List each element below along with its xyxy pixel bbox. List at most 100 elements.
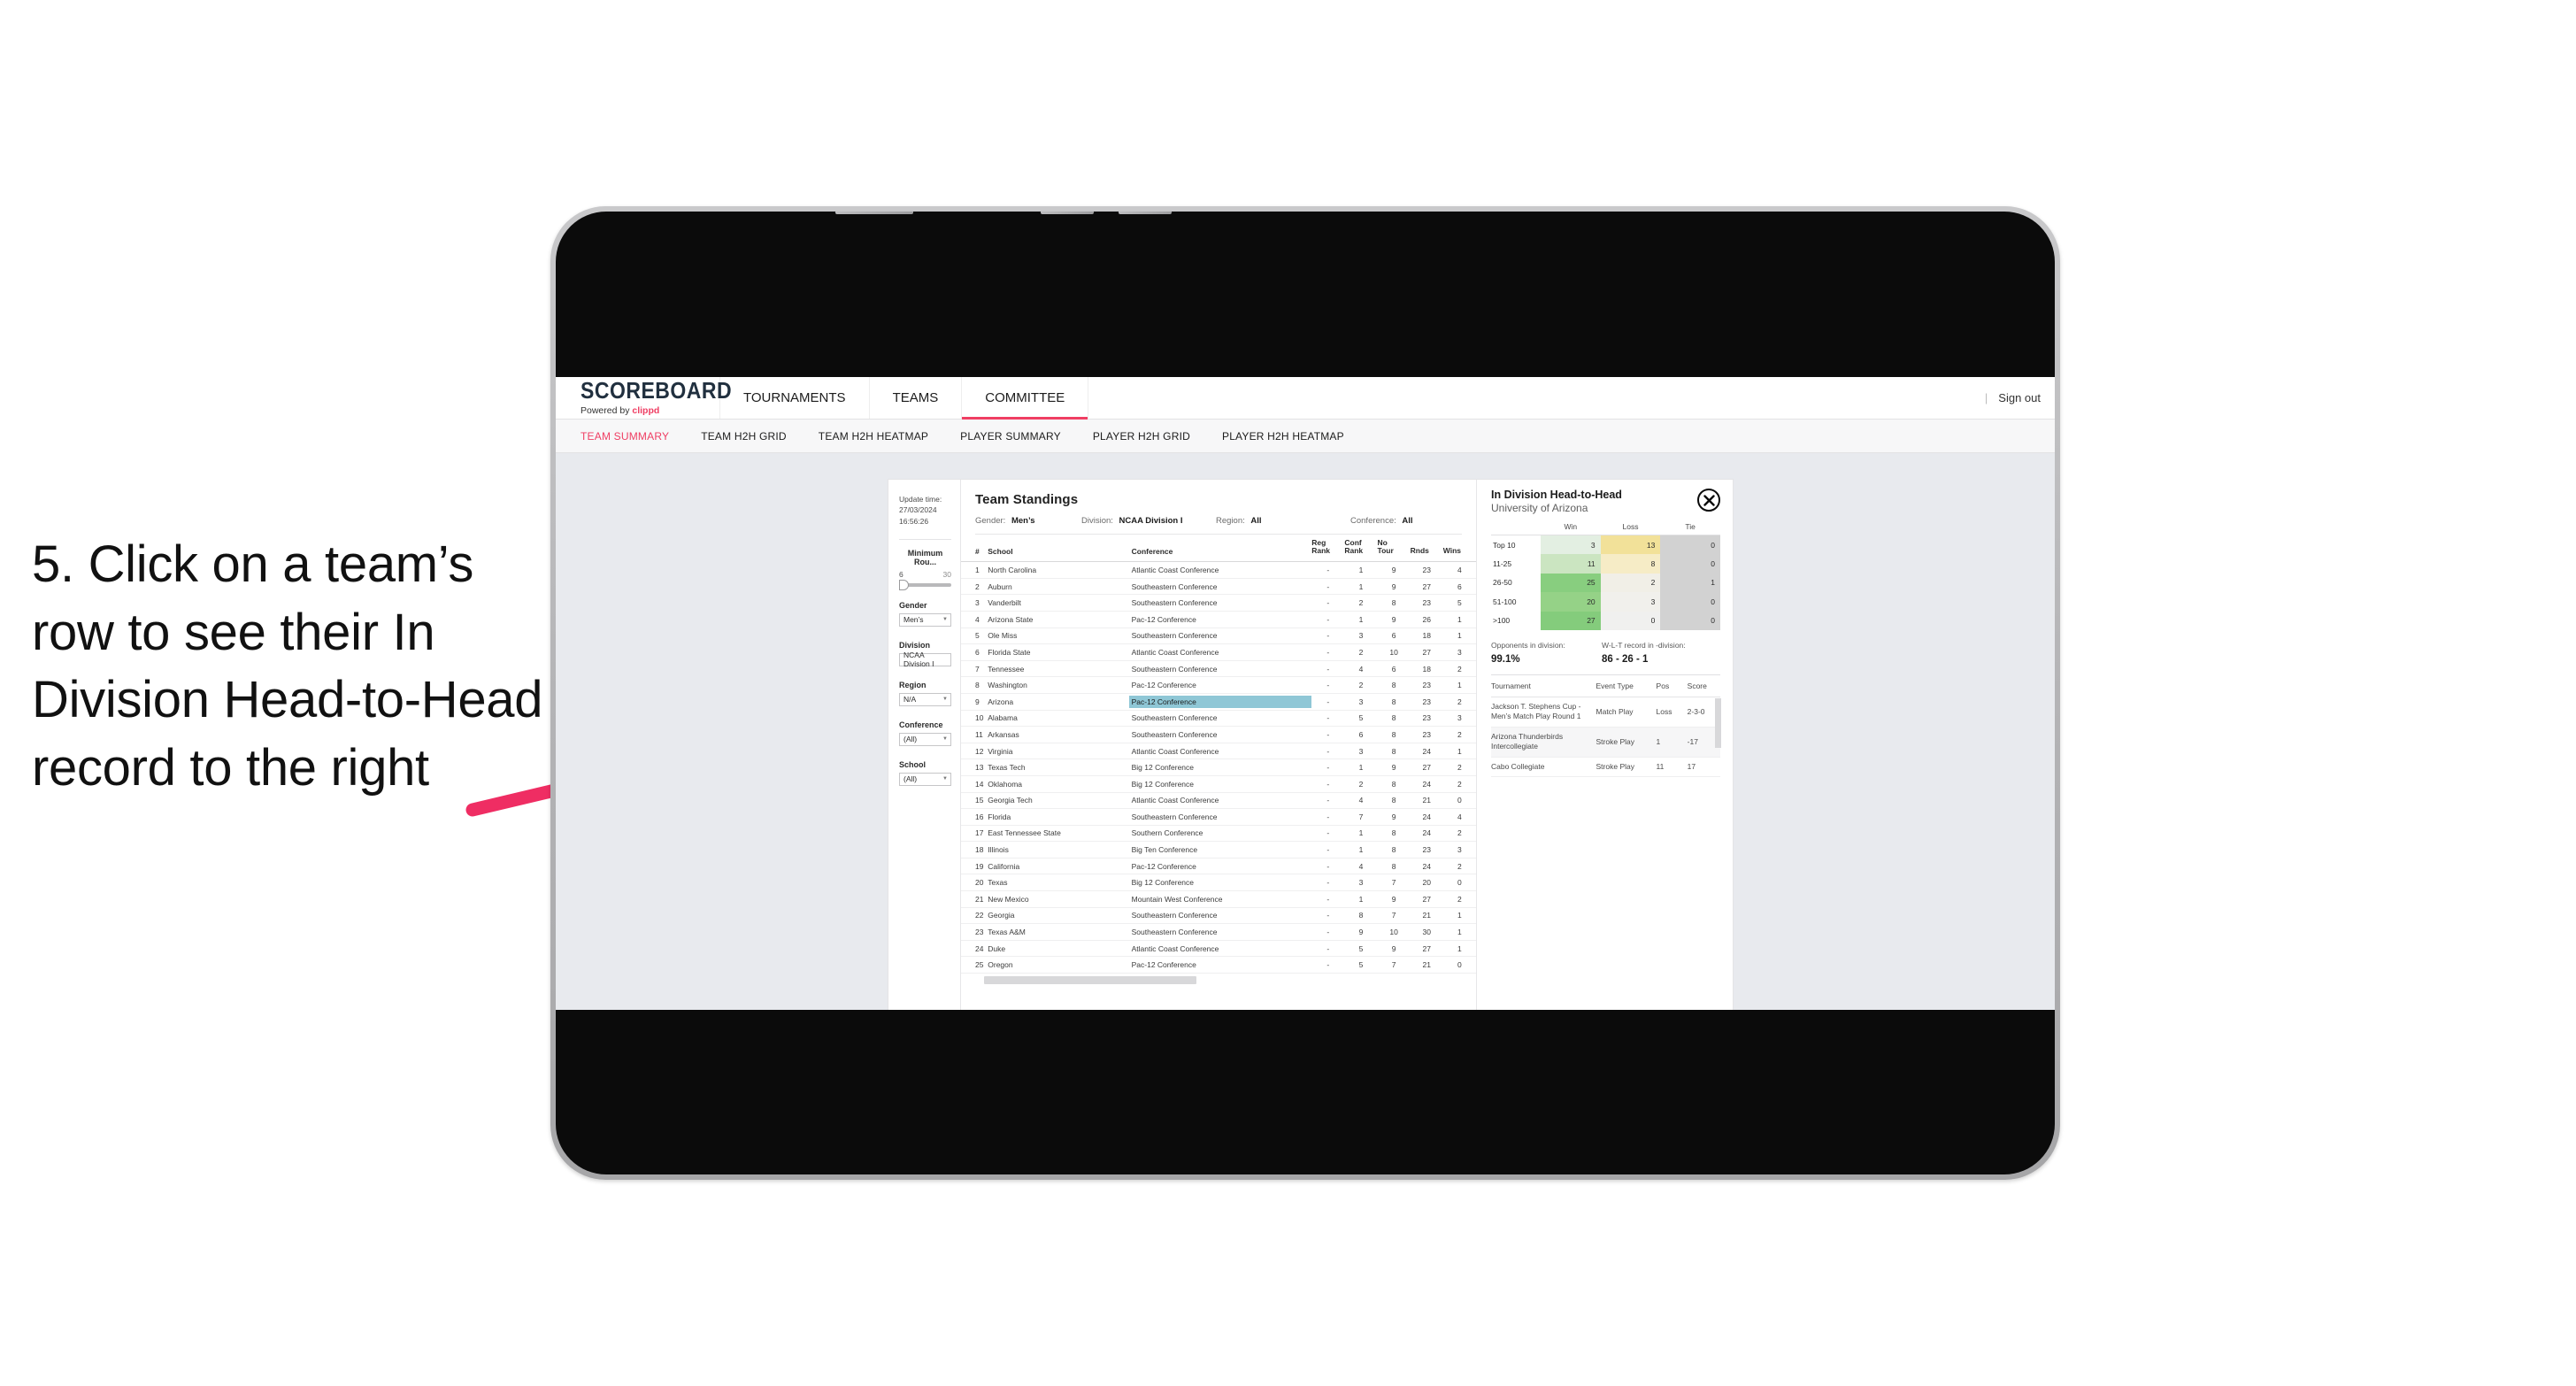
stat-wlt-record: W-L-T record in -division: 86 - 26 - 1 <box>1602 641 1686 665</box>
table-row[interactable]: 15 Georgia Tech Atlantic Coast Conference -… <box>961 792 1476 810</box>
table-row[interactable]: 17 East Tennessee State Southern Conferenc… <box>961 825 1476 843</box>
dashboard-body: Update time: 27/03/2024 16:56:26 Minimum… <box>888 480 1733 1010</box>
sign-out-link[interactable]: Sign out <box>1998 391 2041 404</box>
conference-select[interactable]: (All) ▼ <box>899 732 951 746</box>
school-select[interactable]: (All) ▼ <box>899 772 951 786</box>
h2h-subtitle: University of Arizona <box>1491 502 1588 514</box>
row-school: Virginia <box>988 743 1132 760</box>
table-row[interactable]: 13 Texas Tech Big 12 Conference -1 9 27 2 <box>961 758 1476 776</box>
nav-item-committee[interactable]: COMMITTEE <box>962 377 1089 420</box>
tournament-row[interactable]: Cabo Collegiate Stroke Play 11 17 <box>1491 757 1720 778</box>
tournaments-section: Tournament Event Type Pos Score Jackson … <box>1491 674 1721 778</box>
h2h-row: 26-50 25 2 1 <box>1491 573 1720 592</box>
col-no-tour[interactable]: No Tour <box>1377 535 1411 562</box>
row-conference: Pac-12 Conference <box>1131 858 1312 875</box>
standings-header-row: # School Conference Reg Rank Conf Rank N… <box>961 535 1476 562</box>
nav-item-teams[interactable]: TEAMS <box>870 377 963 419</box>
col-rank[interactable]: # <box>961 535 988 562</box>
row-reg-rank: - <box>1311 561 1345 579</box>
region-value: N/A <box>904 695 917 705</box>
col-school[interactable]: School <box>988 535 1132 562</box>
tournaments-vertical-scrollbar[interactable] <box>1715 698 1721 748</box>
col-rnds[interactable]: Rnds <box>1410 535 1443 562</box>
table-row[interactable]: 25 Oregon Pac-12 Conference -5 7 21 0 <box>961 956 1476 974</box>
tab-player-h2h-heatmap[interactable]: PLAYER H2H HEATMAP <box>1222 430 1344 443</box>
tab-team-h2h-heatmap[interactable]: TEAM H2H HEATMAP <box>819 430 928 443</box>
close-icon[interactable] <box>1697 489 1720 512</box>
col-score: Score <box>1687 675 1720 697</box>
power-button[interactable] <box>835 212 913 214</box>
nav-item-tournaments[interactable]: TOURNAMENTS <box>720 377 870 419</box>
row-rnds: 20 <box>1410 874 1443 892</box>
table-row[interactable]: 24 Duke Atlantic Coast Conference -5 9 27 1 <box>961 940 1476 958</box>
row-school: Georgia <box>988 907 1132 925</box>
app-viewport: SCOREBOARD Powered by clippd TOURNAMENTS… <box>556 377 2055 1010</box>
row-rnds: 27 <box>1410 758 1443 776</box>
col-reg-rank[interactable]: Reg Rank <box>1311 535 1345 562</box>
row-no-tour: 9 <box>1377 578 1411 596</box>
table-row[interactable]: 6 Florida State Atlantic Coast Conference -… <box>961 643 1476 661</box>
h2h-cell-win: 11 <box>1541 554 1601 574</box>
row-reg-rank: - <box>1311 643 1345 661</box>
table-row[interactable]: 9 Arizona Pac-12 Conference -3 8 23 2 <box>961 693 1476 711</box>
row-school: East Tennessee State <box>988 825 1132 843</box>
table-row[interactable]: 19 California Pac-12 Conference -4 8 24 2 <box>961 858 1476 875</box>
row-rnds: 27 <box>1410 578 1443 596</box>
row-no-tour: 8 <box>1377 792 1411 810</box>
slider-handle[interactable] <box>899 579 909 590</box>
tab-team-h2h-grid[interactable]: TEAM H2H GRID <box>701 430 787 443</box>
col-conference[interactable]: Conference <box>1131 535 1312 562</box>
tournament-row[interactable]: Jackson T. Stephens Cup - Men’s Match Pl… <box>1491 697 1720 728</box>
col-wins[interactable]: Wins <box>1442 535 1476 562</box>
row-rnds: 26 <box>1410 611 1443 628</box>
standings-rows-scroll[interactable]: 1 North Carolina Atlantic Coast Conference… <box>961 561 1476 1010</box>
tournament-pos: 11 <box>1656 757 1688 778</box>
row-rnds: 30 <box>1410 923 1443 941</box>
tournament-event-type: Stroke Play <box>1596 757 1657 778</box>
table-row[interactable]: 12 Virginia Atlantic Coast Conference -3 8 24… <box>961 743 1476 760</box>
col-conf-rank[interactable]: Conf Rank <box>1344 535 1378 562</box>
table-row[interactable]: 4 Arizona State Pac-12 Conference -1 9 26 1 <box>961 611 1476 628</box>
tab-team-summary[interactable]: TEAM SUMMARY <box>581 430 669 443</box>
table-row[interactable]: 1 North Carolina Atlantic Coast Conference… <box>961 561 1476 579</box>
volume-down-button[interactable] <box>1119 212 1172 214</box>
row-reg-rank: - <box>1311 841 1345 859</box>
division-select[interactable]: NCAA Division I <box>899 651 951 668</box>
table-row[interactable]: 14 Oklahoma Big 12 Conference -2 8 24 2 <box>961 775 1476 793</box>
table-row[interactable]: 11 Arkansas Southeastern Conference -6 8 23 2 <box>961 726 1476 743</box>
tournament-row[interactable]: Arizona Thunderbirds Intercollegiate Stro… <box>1491 727 1720 758</box>
h2h-row: 11-25 11 8 0 <box>1491 554 1720 574</box>
h2h-band-label: 51-100 <box>1491 592 1541 612</box>
minimum-rounds-slider[interactable] <box>899 579 951 590</box>
row-rank: 8 <box>961 676 988 694</box>
brand-logo[interactable]: SCOREBOARD Powered by clippd <box>556 377 732 419</box>
table-row[interactable]: 5 Ole Miss Southeastern Conference -3 6 18 1 <box>961 628 1476 645</box>
table-row[interactable]: 7 Tennessee Southeastern Conference -4 6 18 2 <box>961 660 1476 678</box>
row-wins: 1 <box>1442 907 1476 925</box>
row-wins: 1 <box>1442 940 1476 958</box>
region-select[interactable]: N/A ▼ <box>899 692 951 706</box>
meta-region: Region: All <box>1216 516 1350 526</box>
tab-player-h2h-grid[interactable]: PLAYER H2H GRID <box>1093 430 1190 443</box>
horizontal-scrollbar[interactable] <box>984 976 1196 985</box>
table-row[interactable]: 16 Florida Southeastern Conference -7 9 24 4 <box>961 808 1476 826</box>
table-row[interactable]: 23 Texas A&M Southeastern Conference -9 10 30… <box>961 923 1476 941</box>
table-row[interactable]: 8 Washington Pac-12 Conference -2 8 23 1 <box>961 676 1476 694</box>
slider-min-value: 6 <box>899 569 904 579</box>
row-rnds: 27 <box>1410 643 1443 661</box>
h2h-cell-loss: 13 <box>1600 535 1661 554</box>
volume-up-button[interactable] <box>1041 212 1094 214</box>
row-rank: 18 <box>961 841 988 859</box>
row-school: Auburn <box>988 578 1132 596</box>
table-row[interactable]: 22 Georgia Southeastern Conference -8 7 21 1 <box>961 907 1476 925</box>
table-row[interactable]: 18 Illinois Big Ten Conference -1 8 23 3 <box>961 841 1476 859</box>
tab-player-summary[interactable]: PLAYER SUMMARY <box>960 430 1061 443</box>
gender-select[interactable]: Men’s ▼ <box>899 612 951 627</box>
table-row[interactable]: 20 Texas Big 12 Conference -3 7 20 0 <box>961 874 1476 892</box>
table-row[interactable]: 10 Alabama Southeastern Conference -5 8 23 3 <box>961 710 1476 728</box>
table-row[interactable]: 3 Vanderbilt Southeastern Conference -2 8 23 5 <box>961 594 1476 612</box>
row-rnds: 23 <box>1410 561 1443 579</box>
powered-by-text: Powered by <box>581 404 633 416</box>
table-row[interactable]: 2 Auburn Southeastern Conference -1 9 27 6 <box>961 578 1476 596</box>
table-row[interactable]: 21 New Mexico Mountain West Conference -1 9 2… <box>961 890 1476 908</box>
